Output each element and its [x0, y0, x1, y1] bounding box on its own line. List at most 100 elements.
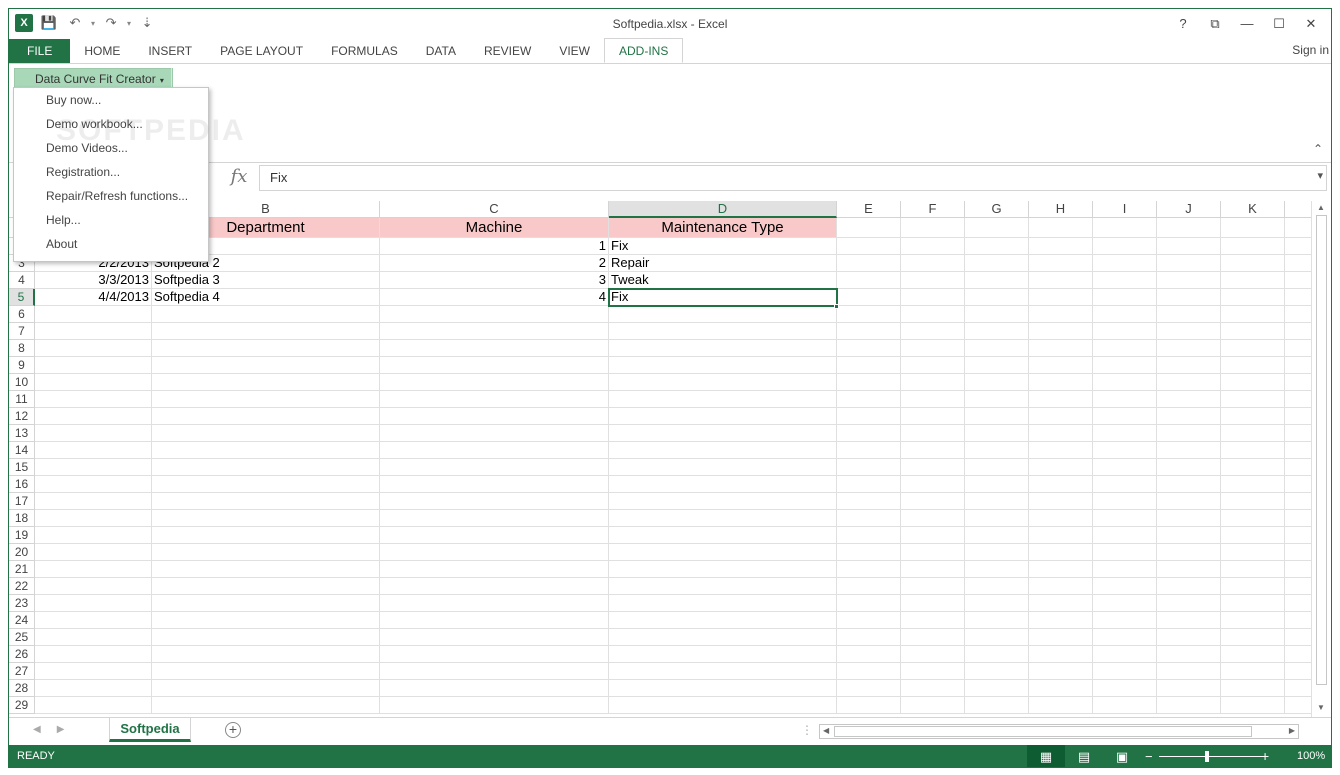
- cell[interactable]: [152, 476, 380, 493]
- cell[interactable]: [1285, 544, 1311, 561]
- cell[interactable]: [1157, 680, 1221, 697]
- cell[interactable]: [901, 289, 965, 306]
- cell[interactable]: [152, 595, 380, 612]
- cell[interactable]: [837, 595, 901, 612]
- cell[interactable]: [1029, 612, 1093, 629]
- row-header[interactable]: 23: [9, 595, 35, 612]
- cell[interactable]: [152, 510, 380, 527]
- menu-item-buy-now[interactable]: Buy now...: [14, 88, 208, 112]
- cell[interactable]: [1157, 357, 1221, 374]
- cell[interactable]: [837, 238, 901, 255]
- tab-data[interactable]: DATA: [412, 39, 470, 63]
- row-header[interactable]: 12: [9, 408, 35, 425]
- cell[interactable]: [1157, 510, 1221, 527]
- cell[interactable]: [609, 374, 837, 391]
- cell[interactable]: [152, 323, 380, 340]
- cell[interactable]: [609, 561, 837, 578]
- cell[interactable]: [609, 425, 837, 442]
- cell[interactable]: [1029, 527, 1093, 544]
- cell[interactable]: [1157, 255, 1221, 272]
- cell[interactable]: [901, 527, 965, 544]
- column-header-g[interactable]: G: [965, 201, 1029, 218]
- row-header[interactable]: 21: [9, 561, 35, 578]
- cell-c[interactable]: 2: [380, 255, 609, 272]
- tab-insert[interactable]: INSERT: [134, 39, 206, 63]
- cell[interactable]: [1029, 578, 1093, 595]
- cell[interactable]: [609, 544, 837, 561]
- cell[interactable]: [901, 646, 965, 663]
- vertical-scrollbar[interactable]: ▲ ▼: [1311, 201, 1331, 717]
- cell[interactable]: [35, 612, 152, 629]
- column-header-j[interactable]: J: [1157, 201, 1221, 218]
- cell[interactable]: [380, 680, 609, 697]
- cell[interactable]: [152, 357, 380, 374]
- cell[interactable]: [837, 306, 901, 323]
- cell[interactable]: [35, 425, 152, 442]
- cell[interactable]: [609, 408, 837, 425]
- cell[interactable]: [837, 340, 901, 357]
- tab-formulas[interactable]: FORMULAS: [317, 39, 412, 63]
- cell[interactable]: [837, 289, 901, 306]
- cell[interactable]: [901, 476, 965, 493]
- cell[interactable]: [35, 391, 152, 408]
- cell[interactable]: [1093, 680, 1157, 697]
- cell[interactable]: [1285, 374, 1311, 391]
- cell[interactable]: [380, 493, 609, 510]
- cell[interactable]: [901, 306, 965, 323]
- cell[interactable]: [837, 323, 901, 340]
- cell[interactable]: [837, 408, 901, 425]
- tab-file[interactable]: FILE: [9, 39, 71, 63]
- cell[interactable]: [35, 459, 152, 476]
- cell[interactable]: [1221, 374, 1285, 391]
- cell[interactable]: [1093, 646, 1157, 663]
- cell[interactable]: [901, 238, 965, 255]
- cell[interactable]: [1157, 425, 1221, 442]
- cell[interactable]: [152, 680, 380, 697]
- cell[interactable]: [1285, 272, 1311, 289]
- cell[interactable]: [380, 510, 609, 527]
- page-layout-view-icon[interactable]: ▤: [1065, 745, 1103, 767]
- cell[interactable]: [1029, 697, 1093, 714]
- cell[interactable]: [35, 323, 152, 340]
- row-header-selected[interactable]: 5: [9, 289, 35, 306]
- sheet-navigation-arrows-icon[interactable]: ◀▶: [33, 724, 80, 735]
- cell[interactable]: [1157, 306, 1221, 323]
- cell[interactable]: [901, 612, 965, 629]
- row-header[interactable]: 27: [9, 663, 35, 680]
- row-header[interactable]: 25: [9, 629, 35, 646]
- cell[interactable]: [1157, 323, 1221, 340]
- close-button[interactable]: ✕: [1297, 14, 1325, 34]
- cell[interactable]: [837, 255, 901, 272]
- column-header-k[interactable]: K: [1221, 201, 1285, 218]
- cell[interactable]: [901, 408, 965, 425]
- column-header-d[interactable]: D: [609, 201, 837, 218]
- cell[interactable]: [1221, 306, 1285, 323]
- cell[interactable]: [901, 272, 965, 289]
- cell[interactable]: [965, 391, 1029, 408]
- cell[interactable]: [152, 697, 380, 714]
- cell[interactable]: [965, 340, 1029, 357]
- cell[interactable]: [1157, 697, 1221, 714]
- cell[interactable]: [35, 629, 152, 646]
- horizontal-scrollbar[interactable]: ◀ ▶: [819, 724, 1299, 739]
- cell[interactable]: [1157, 238, 1221, 255]
- cell[interactable]: [837, 544, 901, 561]
- cell[interactable]: [1029, 391, 1093, 408]
- cell[interactable]: [1285, 527, 1311, 544]
- cell[interactable]: [965, 680, 1029, 697]
- column-header-c[interactable]: C: [380, 201, 609, 218]
- cell[interactable]: [1285, 340, 1311, 357]
- cell[interactable]: [1221, 544, 1285, 561]
- cell[interactable]: [1285, 238, 1311, 255]
- cell[interactable]: [1029, 289, 1093, 306]
- cell[interactable]: [609, 629, 837, 646]
- cell[interactable]: [380, 629, 609, 646]
- cell[interactable]: [1221, 238, 1285, 255]
- cell[interactable]: [837, 493, 901, 510]
- cell[interactable]: [35, 510, 152, 527]
- column-header-f[interactable]: F: [901, 201, 965, 218]
- cell-b[interactable]: Softpedia 4: [152, 289, 380, 306]
- cell[interactable]: [152, 493, 380, 510]
- cell[interactable]: [1221, 442, 1285, 459]
- cell[interactable]: [380, 306, 609, 323]
